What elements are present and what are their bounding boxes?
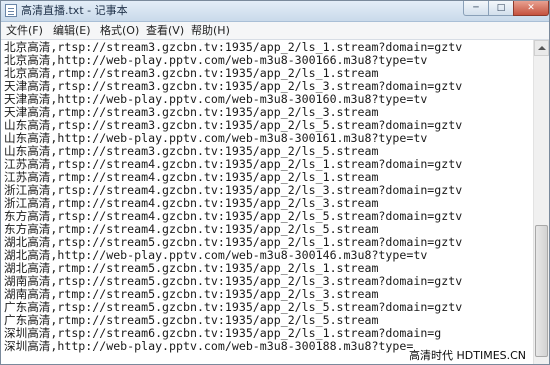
close-button[interactable]: ✕: [513, 1, 549, 16]
scroll-up-arrow-icon[interactable]: [534, 40, 549, 56]
menu-view[interactable]: 查看(V): [146, 23, 184, 38]
text-line: 深圳高清,http://web-play.pptv.com/web-m3u8-3…: [4, 339, 414, 353]
menu-edit[interactable]: 编辑(E): [53, 23, 91, 38]
menu-help[interactable]: 帮助(H): [191, 23, 230, 38]
minimize-icon: ─: [473, 3, 479, 13]
close-icon: ✕: [527, 3, 535, 13]
maximize-icon: □: [496, 3, 506, 13]
minimize-button[interactable]: ─: [463, 1, 489, 16]
notepad-icon: [5, 4, 17, 17]
menu-format[interactable]: 格式(O): [100, 23, 139, 38]
vertical-scrollbar[interactable]: [533, 40, 549, 364]
notepad-window: 高清直播.txt - 记事本 ─ □ ✕ 文件(F) 编辑(E) 格式(O) 查…: [0, 0, 550, 365]
scrollbar-thumb[interactable]: [535, 225, 548, 357]
menu-bar: 文件(F) 编辑(E) 格式(O) 查看(V) 帮助(H): [1, 22, 549, 40]
window-title: 高清直播.txt - 记事本: [21, 4, 128, 17]
title-bar[interactable]: 高清直播.txt - 记事本 ─ □ ✕: [1, 1, 549, 22]
maximize-button[interactable]: □: [488, 1, 514, 16]
watermark-text: 高清时代 HDTIMES.CN: [407, 348, 529, 363]
text-editor[interactable]: 北京高清,rtsp://stream3.gzcbn.tv:1935/app_2/…: [2, 40, 532, 364]
menu-file[interactable]: 文件(F): [6, 23, 43, 38]
